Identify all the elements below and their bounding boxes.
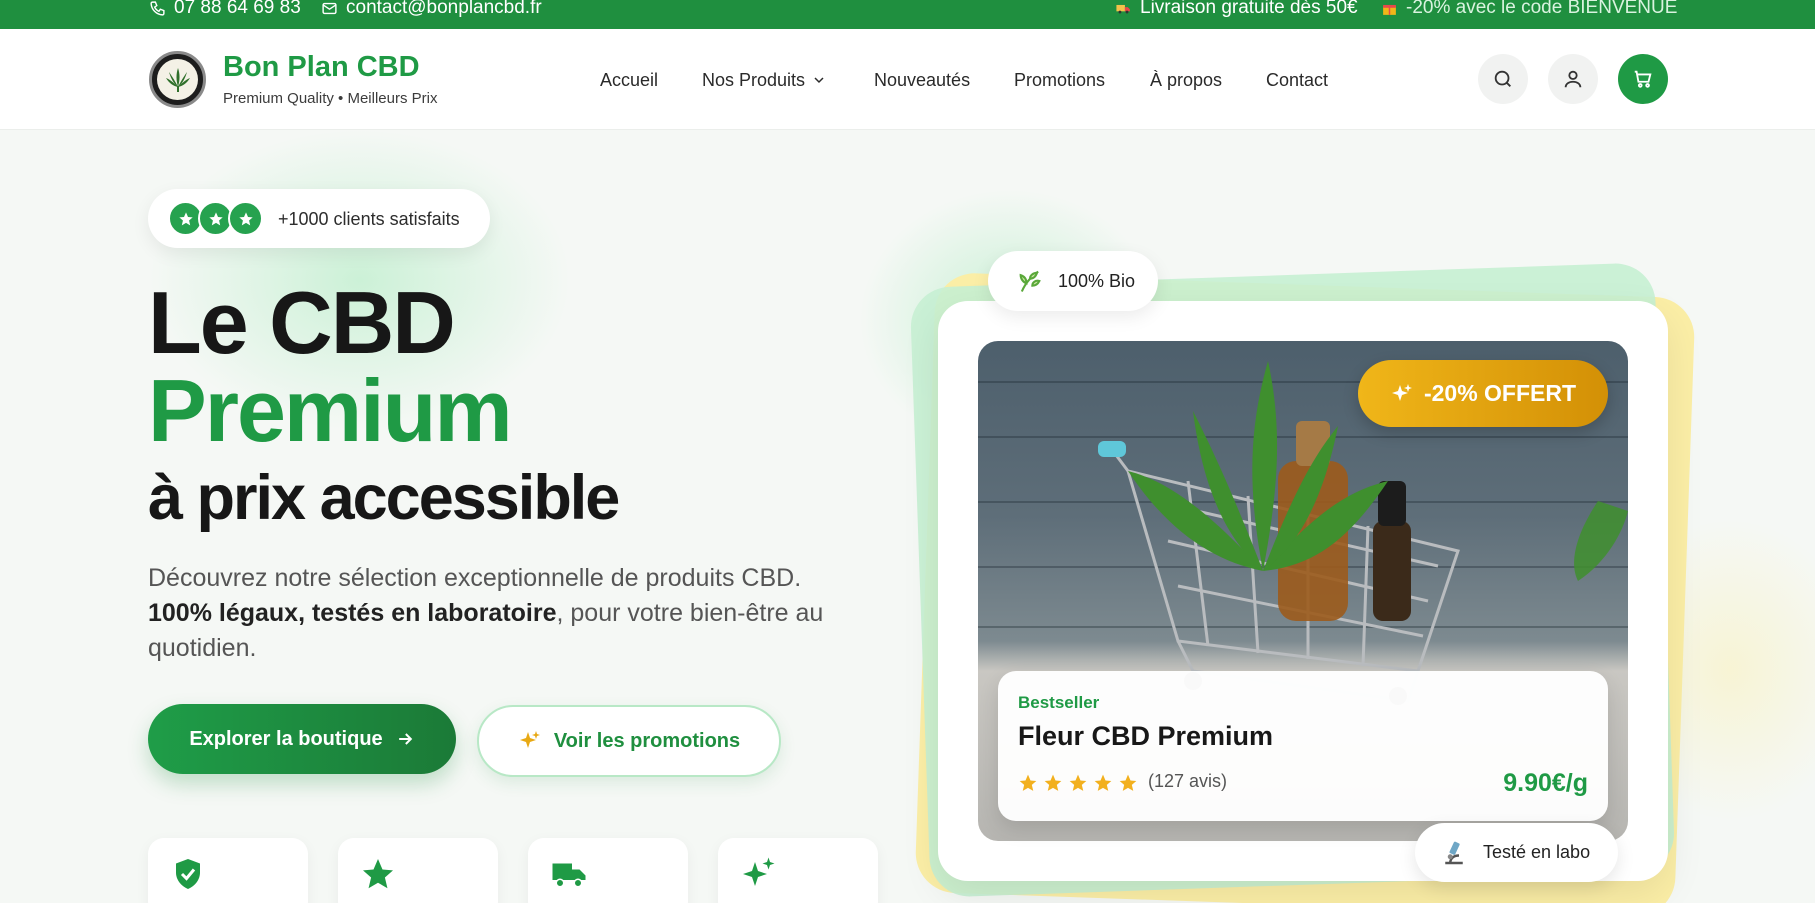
sparkles-icon (1391, 383, 1412, 401)
topbar-shipping-text: Livraison gratuite dès 50€ (1140, 0, 1358, 18)
cart-button[interactable] (1618, 54, 1668, 104)
star-badge (228, 201, 263, 236)
see-promotions-label: Voir les promotions (553, 729, 741, 752)
lab-tested-text: Testé en labo (1483, 842, 1591, 862)
nav-products-label: Nos Produits (702, 69, 806, 90)
nav-promotions-label: Promotions (1014, 69, 1106, 90)
gift-icon (1383, 4, 1396, 15)
nav-promotions[interactable]: Promotions (1014, 69, 1105, 91)
hero-title-line1: Le CBD (148, 273, 456, 372)
topbar-email[interactable]: contact@bonplancbd.fr (321, 0, 542, 18)
explore-shop-button[interactable]: Explorer la boutique (148, 704, 456, 774)
star-icon (178, 211, 193, 225)
nav-home-label: Accueil (600, 69, 659, 90)
star-icon (1019, 774, 1037, 791)
brand-name[interactable]: Bon Plan CBD (223, 51, 420, 84)
nav-about-label: À propos (1150, 69, 1223, 90)
explore-shop-label: Explorer la boutique (189, 727, 383, 750)
rating-text: +1000 clients satisfaits (278, 209, 460, 229)
star-icon (1119, 774, 1137, 791)
hero-title-line2: Premium (148, 361, 513, 460)
bio-badge: 100% Bio (988, 251, 1158, 311)
feature-card (718, 838, 878, 903)
hero-title-line3: à prix accessible (148, 463, 620, 533)
cannabis-leaf-icon (165, 67, 190, 92)
nav-contact-label: Contact (1266, 69, 1329, 90)
user-icon (1564, 70, 1582, 88)
cart-icon (1634, 70, 1652, 88)
hero-desc-bold: 100% légaux, testés en laboratoire (148, 599, 557, 627)
search-button[interactable] (1478, 54, 1528, 104)
product-price: 9.90€/g (1503, 769, 1588, 797)
product-reviews-count[interactable]: (127 avis) (1148, 771, 1227, 792)
dropper-bottle (1373, 521, 1411, 621)
top-bar: 07 88 64 69 83 contact@bonplancbd.fr Liv… (0, 0, 1815, 29)
nav-new-label: Nouveautés (874, 69, 971, 90)
mail-icon (322, 2, 337, 14)
see-promotions-button[interactable]: Voir les promotions (477, 705, 781, 777)
chevron-down-icon (814, 77, 824, 84)
lab-tested-badge: Testé en labo (1415, 823, 1618, 882)
offer-badge: -20% OFFERT (1358, 360, 1608, 427)
star-icon (1094, 774, 1112, 791)
topbar-shipping: Livraison gratuite dès 50€ (1115, 0, 1358, 18)
nav-new[interactable]: Nouveautés (874, 69, 970, 91)
rating-pill: +1000 clients satisfaits (148, 189, 490, 248)
topbar-phone[interactable]: 07 88 64 69 83 (149, 0, 301, 18)
product-rating-stars (1018, 773, 1138, 793)
star-icon (1044, 774, 1062, 791)
feature-card (148, 838, 308, 903)
nav-about[interactable]: À propos (1150, 69, 1222, 91)
feature-card (528, 838, 688, 903)
hero-desc-part1: Découvrez notre sélection exceptionnelle… (148, 564, 802, 592)
topbar-phone-text: 07 88 64 69 83 (174, 0, 301, 18)
feature-card (338, 838, 498, 903)
leaf-icon (1019, 270, 1041, 292)
star-icon (208, 211, 223, 225)
offer-badge-text: -20% OFFERT (1423, 380, 1577, 406)
nav-products[interactable]: Nos Produits (702, 69, 827, 91)
cannabis-leaves (1128, 361, 1388, 571)
shield-check-icon (176, 859, 200, 889)
product-title[interactable]: Fleur CBD Premium (1018, 721, 1273, 752)
truck-emoji-icon (1116, 4, 1130, 13)
hero-description: Découvrez notre sélection exceptionnelle… (148, 561, 868, 666)
star-icon (363, 859, 393, 889)
product-info-card[interactable]: Bestseller Fleur CBD Premium (127 avis) … (998, 671, 1608, 821)
cart-handle (1098, 441, 1126, 457)
brand-tagline: Premium Quality • Meilleurs Prix (223, 90, 438, 107)
microscope-icon (1445, 841, 1463, 864)
phone-icon (150, 0, 165, 16)
sparkles-icon (519, 731, 540, 748)
search-icon (1494, 70, 1511, 87)
nav-home[interactable]: Accueil (600, 69, 658, 91)
arrow-right-icon (398, 733, 412, 745)
bio-badge-text: 100% Bio (1058, 270, 1136, 291)
topbar-email-text: contact@bonplancbd.fr (346, 0, 542, 18)
star-icon (1069, 774, 1087, 791)
topbar-promo-text: -20% avec le code BIENVENUE (1406, 0, 1678, 18)
star-icon (238, 211, 253, 225)
topbar-promo: -20% avec le code BIENVENUE (1381, 0, 1678, 18)
nav-contact[interactable]: Contact (1266, 69, 1328, 91)
sparkles-icon (743, 857, 775, 886)
site-header: Bon Plan CBD Premium Quality • Meilleurs… (0, 29, 1815, 130)
logo[interactable] (149, 51, 206, 108)
product-tag: Bestseller (1018, 693, 1100, 712)
account-button[interactable] (1548, 54, 1598, 104)
truck-icon (552, 863, 586, 888)
